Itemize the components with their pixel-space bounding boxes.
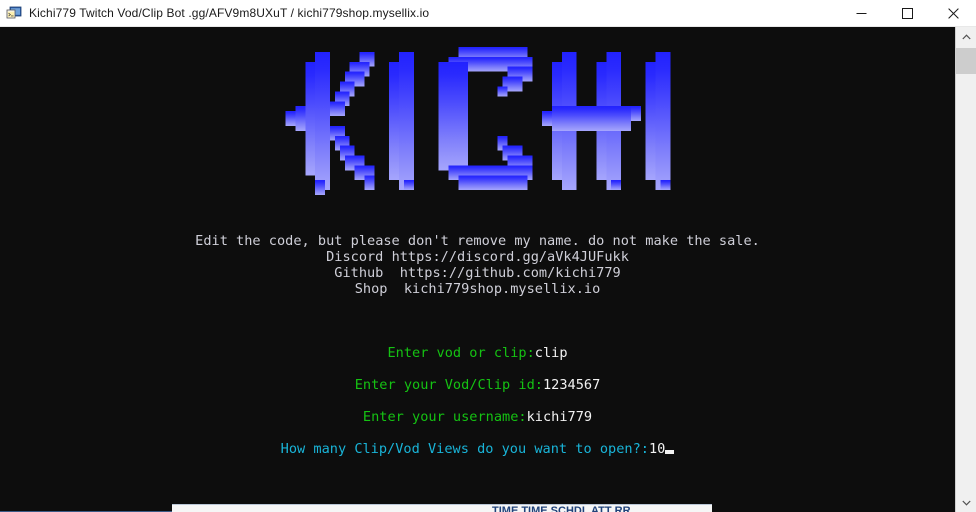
prompt-vod-or-clip-label: Enter vod or clip: xyxy=(387,345,535,361)
window-controls xyxy=(838,0,976,27)
prompt-vod-or-clip[interactable]: Enter vod or clip:clip xyxy=(0,345,955,361)
title-bar[interactable]: Kichi779 Twitch Vod/Clip Bot .gg/AFV9m8U… xyxy=(0,0,976,27)
prompt-vod-clip-id[interactable]: Enter your Vod/Clip id:1234567 xyxy=(0,377,955,393)
prompt-username-value[interactable]: kichi779 xyxy=(527,409,592,425)
banner-line-discord: Discord https://discord.gg/aVk4JUFukk xyxy=(0,249,955,265)
kichi-logo xyxy=(0,47,955,195)
banner-spacer xyxy=(387,281,403,297)
scrollbar-up-button[interactable] xyxy=(956,27,976,46)
close-button[interactable] xyxy=(930,0,976,27)
application-window: Kichi779 Twitch Vod/Clip Bot .gg/AFV9m8U… xyxy=(0,0,976,512)
github-url: https://github.com/kichi779 xyxy=(399,265,621,281)
prompt-view-count-value[interactable]: 10 xyxy=(649,441,665,457)
chevron-down-icon xyxy=(961,500,971,506)
background-window-row: TIME TIME SCHDL ATT RR xyxy=(172,504,712,512)
chevron-up-icon xyxy=(961,33,971,39)
prompt-view-count[interactable]: How many Clip/Vod Views do you want to o… xyxy=(0,441,955,457)
text-cursor xyxy=(665,450,675,454)
minimize-icon xyxy=(856,13,866,14)
scrollbar-track[interactable] xyxy=(956,46,976,493)
prompt-vod-clip-id-value[interactable]: 1234567 xyxy=(543,377,600,393)
console-content: Edit the code, but please don't remove m… xyxy=(0,27,955,512)
vertical-scrollbar[interactable] xyxy=(955,27,976,512)
banner-line-github: Github https://github.com/kichi779 xyxy=(0,265,955,281)
banner-line-shop: Shop kichi779shop.mysellix.io xyxy=(0,281,955,297)
prompt-view-count-label: How many Clip/Vod Views do you want to o… xyxy=(280,441,649,457)
prompt-vod-or-clip-value[interactable]: clip xyxy=(535,345,568,361)
scrollbar-down-button[interactable] xyxy=(956,493,976,512)
background-window-sliver: TIME TIME SCHDL ATT RR xyxy=(0,504,955,512)
banner-spacer xyxy=(383,265,399,281)
shop-url: kichi779shop.mysellix.io xyxy=(403,281,601,297)
banner-spacer xyxy=(383,249,391,265)
background-window-text: TIME TIME SCHDL ATT RR xyxy=(492,505,631,512)
scrollbar-thumb[interactable] xyxy=(956,48,976,74)
maximize-button[interactable] xyxy=(884,0,930,27)
discord-url: https://discord.gg/aVk4JUFukk xyxy=(391,249,629,265)
console-app-icon xyxy=(6,5,22,21)
minimize-button[interactable] xyxy=(838,0,884,27)
banner-line-credits: Edit the code, but please don't remove m… xyxy=(195,233,760,249)
discord-label: Discord xyxy=(326,249,384,265)
kichi-ascii-logo xyxy=(285,47,670,195)
shop-label: Shop xyxy=(354,281,388,297)
window-title: Kichi779 Twitch Vod/Clip Bot .gg/AFV9m8U… xyxy=(29,6,430,20)
maximize-icon xyxy=(901,8,913,19)
prompt-vod-clip-id-label: Enter your Vod/Clip id: xyxy=(354,377,543,393)
console-terminal[interactable]: Edit the code, but please don't remove m… xyxy=(0,27,976,512)
prompt-username[interactable]: Enter your username:kichi779 xyxy=(0,409,955,425)
github-label: Github xyxy=(334,265,384,281)
close-icon xyxy=(947,8,959,19)
prompt-username-label: Enter your username: xyxy=(362,409,527,425)
